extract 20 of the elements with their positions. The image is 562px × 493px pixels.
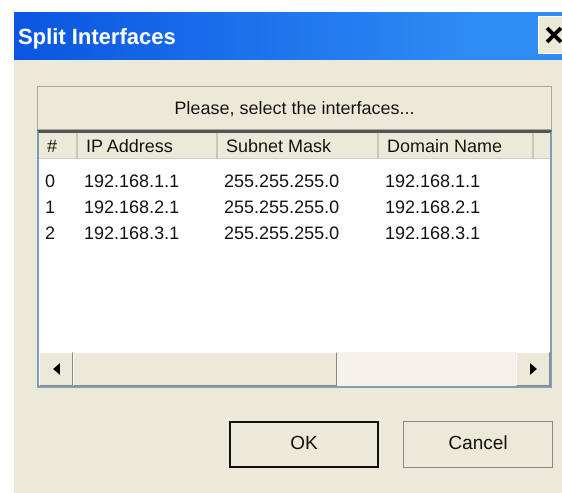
window-title: Split Interfaces xyxy=(18,22,176,51)
prompt-text: Please, select the interfaces... xyxy=(173,97,416,120)
table-cell-text: 192.168.3.1 xyxy=(384,222,482,245)
table-cell-text: 192.168.2.1 xyxy=(83,196,180,219)
table-cell-text: 0 xyxy=(44,170,56,193)
table-cell-text: 255.255.255.0 xyxy=(223,170,340,193)
column-header[interactable]: Domain Name xyxy=(379,133,534,158)
dialog-button[interactable]: OK xyxy=(229,421,379,468)
table-cell-text: 255.255.255.0 xyxy=(223,222,340,245)
table-cell-text: 192.168.1.1 xyxy=(384,170,482,193)
table-cell-text: 255.255.255.0 xyxy=(223,196,340,219)
column-header[interactable]: # xyxy=(39,133,78,158)
table-cell-text: 2 xyxy=(44,222,56,245)
table-cell-text: 192.168.1.1 xyxy=(83,170,180,193)
column-header[interactable]: Subnet Mask xyxy=(218,133,379,158)
table-cell-text: 192.168.3.1 xyxy=(83,222,180,245)
column-header[interactable]: IP Address xyxy=(78,133,218,158)
table-cell-text: 1 xyxy=(44,196,56,219)
table-cell-text: 192.168.2.1 xyxy=(384,196,482,219)
dialog-button[interactable]: Cancel xyxy=(403,421,553,468)
